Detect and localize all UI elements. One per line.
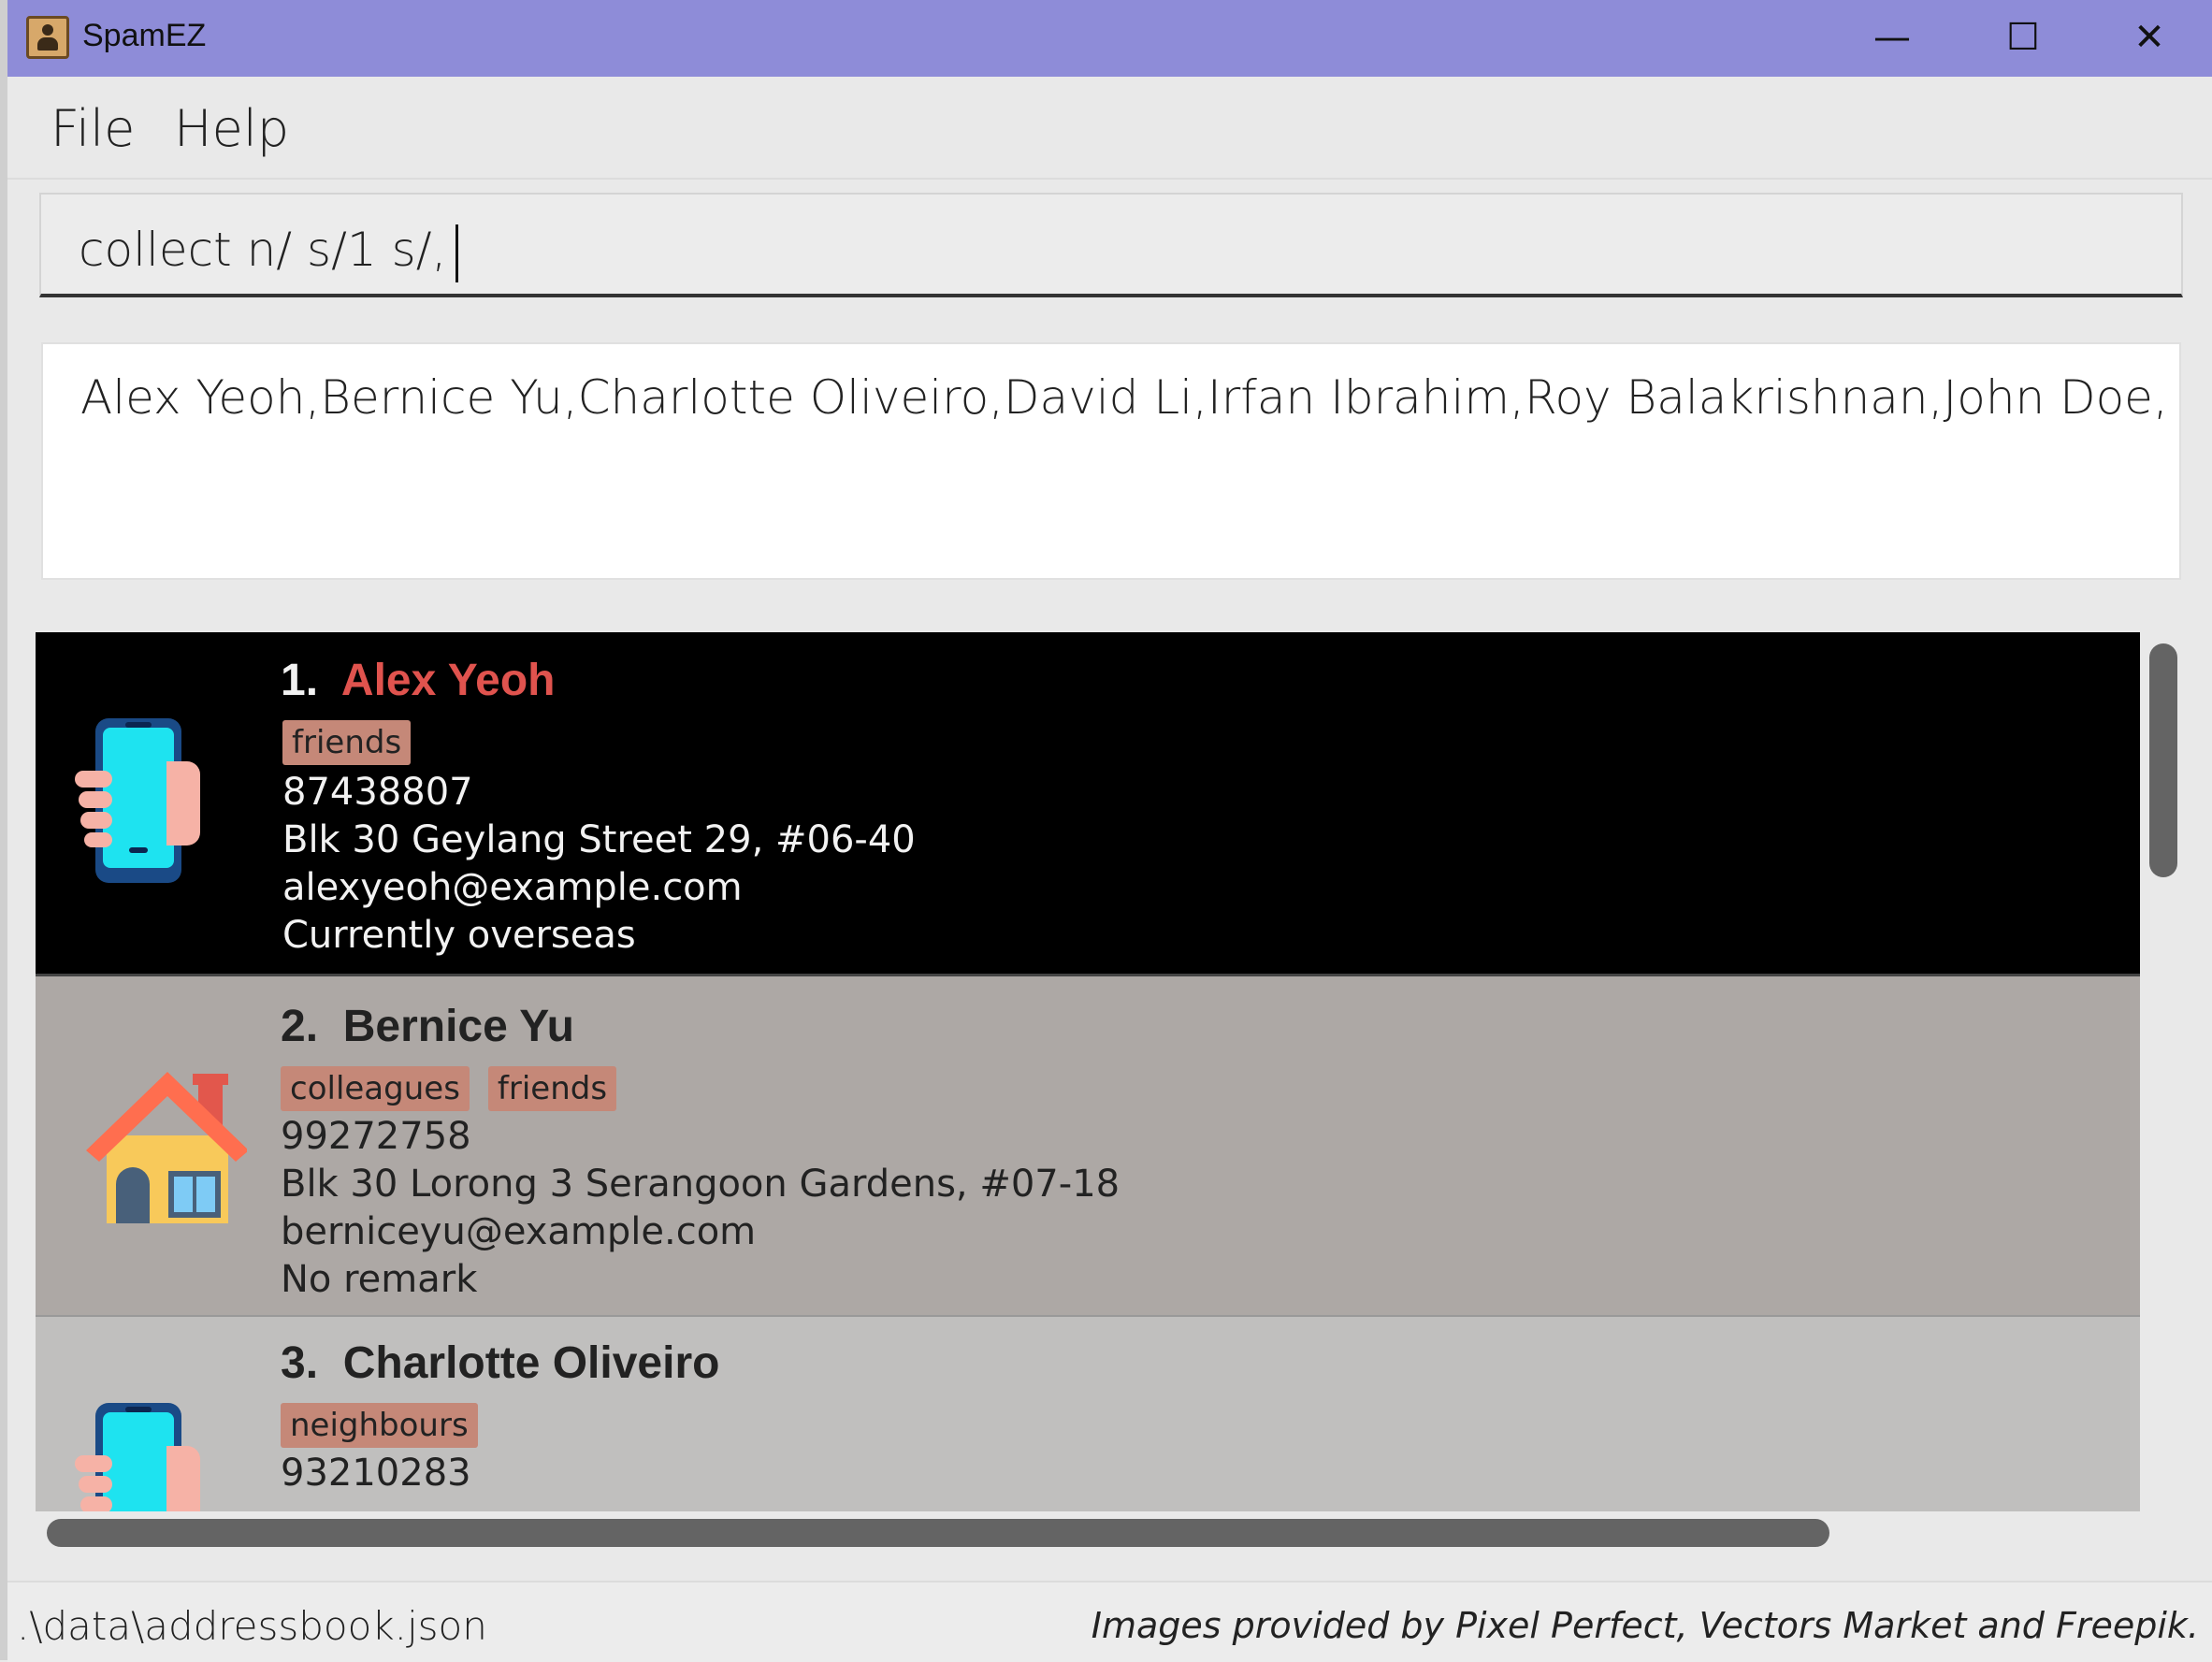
- person-card[interactable]: 2. Bernice Yu colleagues friends 9927275…: [36, 974, 2140, 1318]
- status-file-path: .\data\addressbook.json: [17, 1603, 487, 1649]
- person-index: 1.: [281, 656, 319, 705]
- person-name: Charlotte Oliveiro: [342, 1338, 720, 1388]
- text-caret: [455, 224, 459, 282]
- app-logo-icon: [26, 16, 69, 59]
- person-remark: No remark: [281, 1258, 478, 1301]
- person-address: Blk 30 Geylang Street 29, #06-40: [282, 818, 916, 861]
- tag-list: friends: [282, 720, 412, 765]
- person-name: Bernice Yu: [342, 1002, 574, 1051]
- person-index: 2.: [281, 1002, 319, 1051]
- person-card[interactable]: 3. Charlotte Oliveiro neighbours 9321028…: [36, 1315, 2140, 1511]
- person-list[interactable]: 1. Alex Yeoh friends 87438807 Blk 30 Gey…: [36, 632, 2149, 1511]
- tag: neighbours: [281, 1403, 478, 1448]
- command-value: collect n/ s/1 s/,: [79, 223, 447, 277]
- minimize-button[interactable]: —: [1850, 11, 1934, 64]
- person-card[interactable]: 1. Alex Yeoh friends 87438807 Blk 30 Gey…: [36, 632, 2140, 974]
- person-address: Blk 30 Lorong 3 Serangoon Gardens, #07-1…: [281, 1163, 1120, 1206]
- result-display: Alex Yeoh,Bernice Yu,Charlotte Oliveiro,…: [41, 342, 2181, 580]
- status-bar: .\data\addressbook.json Images provided …: [7, 1581, 2212, 1662]
- person-phone: 87438807: [282, 771, 473, 814]
- status-image-credit: Images provided by Pixel Perfect, Vector…: [1091, 1605, 2199, 1646]
- person-index: 3.: [281, 1338, 319, 1388]
- phone-in-hand-icon: [75, 718, 200, 883]
- person-remark: Currently overseas: [282, 914, 636, 957]
- menu-file[interactable]: File: [51, 99, 135, 158]
- tag: colleagues: [281, 1066, 470, 1111]
- phone-in-hand-icon: [75, 1403, 200, 1511]
- result-text: Alex Yeoh,Bernice Yu,Charlotte Oliveiro,…: [80, 370, 2168, 425]
- menu-bar: File Help: [7, 77, 2212, 180]
- horizontal-scroll-thumb[interactable]: [47, 1519, 1829, 1547]
- person-phone: 99272758: [281, 1115, 471, 1158]
- vertical-scroll-thumb[interactable]: [2149, 643, 2177, 877]
- tag: friends: [282, 720, 412, 765]
- window-title: SpamEZ: [82, 18, 207, 53]
- menu-help[interactable]: Help: [174, 99, 289, 158]
- app-window: SpamEZ — ☐ ✕ File Help collect n/ s/1 s/…: [7, 0, 2212, 1662]
- title-bar[interactable]: SpamEZ — ☐ ✕: [7, 0, 2212, 77]
- desktop-edge: [0, 0, 7, 1660]
- tag: friends: [487, 1066, 617, 1111]
- command-text[interactable]: collect n/ s/1 s/,: [79, 223, 459, 282]
- house-icon: [86, 1072, 247, 1223]
- person-title: 2. Bernice Yu: [281, 1001, 574, 1052]
- person-title: 3. Charlotte Oliveiro: [281, 1337, 719, 1389]
- person-email: berniceyu@example.com: [281, 1210, 757, 1253]
- tag-list: neighbours: [281, 1403, 478, 1448]
- tag-list: colleagues friends: [281, 1066, 617, 1111]
- maximize-button[interactable]: ☐: [1981, 11, 2065, 64]
- close-button[interactable]: ✕: [2107, 11, 2191, 64]
- person-title: 1. Alex Yeoh: [281, 655, 555, 706]
- person-phone: 93210283: [281, 1452, 471, 1495]
- command-input[interactable]: collect n/ s/1 s/,: [39, 193, 2183, 297]
- person-email: alexyeoh@example.com: [282, 866, 743, 909]
- person-name: Alex Yeoh: [340, 656, 556, 705]
